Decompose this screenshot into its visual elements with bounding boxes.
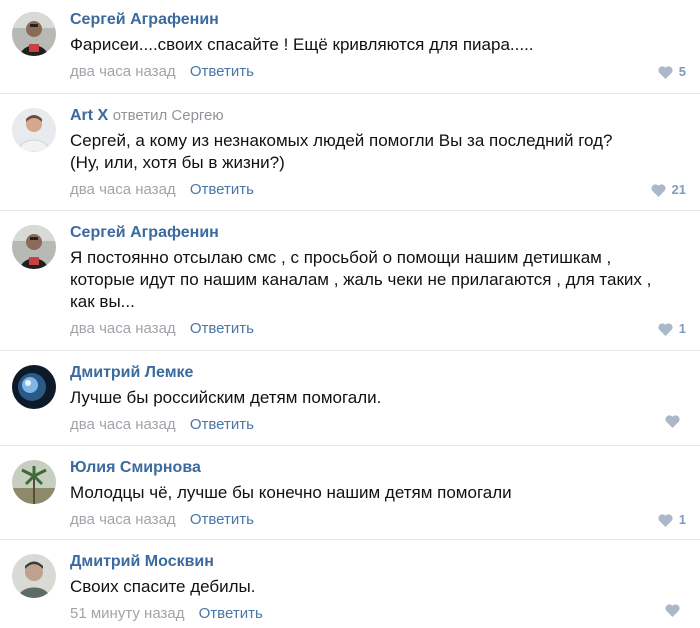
heart-icon (658, 65, 673, 79)
author-name[interactable]: Сергей Аграфенин (70, 224, 219, 241)
comment-text: Лучше бы российским детям помогали. (70, 388, 382, 407)
avatar[interactable] (12, 225, 56, 269)
heart-icon (665, 604, 680, 617)
author-line: Юлия Смирнова (70, 458, 686, 478)
timestamp[interactable]: два часа назад (70, 416, 176, 433)
like-button[interactable]: 21 (650, 180, 686, 200)
author-line: Дмитрий Лемке (70, 363, 686, 383)
like-button[interactable] (665, 604, 686, 617)
timestamp[interactable]: два часа назад (70, 511, 176, 528)
like-count: 1 (678, 512, 686, 527)
timestamp[interactable]: 51 минуту назад (70, 605, 184, 622)
comment-meta: два часа назад Ответить 1 (70, 319, 686, 339)
avatar[interactable] (12, 365, 56, 409)
heart-icon (658, 513, 673, 527)
author-name[interactable]: Дмитрий Москвин (70, 553, 214, 570)
timestamp[interactable]: два часа назад (70, 181, 176, 198)
author-name[interactable]: Юлия Смирнова (70, 459, 201, 476)
reply-button[interactable]: Ответить (190, 416, 254, 433)
author-name[interactable]: Сергей Аграфенин (70, 11, 219, 28)
author-line: Дмитрий Москвин (70, 552, 686, 572)
comment-item: Юлия Смирнова Молодцы чё, лучше бы конеч… (0, 446, 700, 540)
comment-text: Сергей, а кому из незнакомых людей помог… (70, 131, 613, 172)
avatar[interactable] (12, 460, 56, 504)
like-count: 1 (678, 321, 686, 336)
avatar-image (12, 460, 56, 504)
comment-meta: 51 минуту назад Ответить (70, 604, 686, 624)
avatar[interactable] (12, 554, 56, 598)
comment-text: Я постоянно отсылаю смс , с просьбой о п… (70, 248, 652, 311)
heart-icon (665, 415, 680, 428)
author-line: Сергей Аграфенин (70, 10, 686, 30)
comment-item: Дмитрий Москвин Своих спасите дебилы. 51… (0, 540, 700, 628)
comment-meta: два часа назад Ответить 1 (70, 510, 686, 530)
comment-meta: два часа назад Ответить 5 (70, 62, 686, 82)
like-count: 21 (671, 182, 686, 197)
author-line: Art X ответил Сергею (70, 106, 686, 126)
author-line: Сергей Аграфенин (70, 223, 686, 243)
reply-target-link[interactable]: Сергею (171, 107, 223, 124)
like-count: 5 (678, 64, 686, 79)
comment-meta: два часа назад Ответить 21 (70, 180, 686, 200)
comment-text: Своих спасите дебилы. (70, 577, 256, 596)
comment-item: Art X ответил Сергею Сергей, а кому из н… (0, 94, 700, 211)
reply-to: ответил Сергею (113, 107, 224, 124)
like-button[interactable]: 1 (658, 510, 686, 530)
timestamp[interactable]: два часа назад (70, 320, 176, 337)
avatar-image (12, 108, 56, 152)
reply-to-text: ответил (112, 107, 168, 124)
like-button[interactable]: 5 (658, 62, 686, 82)
comment-text: Молодцы чё, лучше бы конечно нашим детям… (70, 483, 512, 502)
like-button[interactable]: 1 (658, 319, 686, 339)
like-button[interactable] (665, 415, 686, 428)
heart-icon (650, 183, 666, 197)
avatar-image (12, 365, 56, 409)
comments-thread: Сергей Аграфенин Фарисеи....своих спасай… (0, 0, 700, 628)
comment-text: Фарисеи....своих спасайте ! Ещё кривляют… (70, 35, 534, 54)
avatar[interactable] (12, 12, 56, 56)
reply-button[interactable]: Ответить (190, 511, 254, 528)
comment-item: Сергей Аграфенин Фарисеи....своих спасай… (0, 0, 700, 94)
reply-button[interactable]: Ответить (190, 320, 254, 337)
avatar[interactable] (12, 108, 56, 152)
reply-button[interactable]: Ответить (190, 181, 254, 198)
author-name[interactable]: Дмитрий Лемке (70, 364, 193, 381)
avatar-image (12, 554, 56, 598)
reply-button[interactable]: Ответить (199, 605, 263, 622)
comment-meta: два часа назад Ответить (70, 415, 686, 435)
heart-icon (658, 322, 673, 336)
timestamp[interactable]: два часа назад (70, 63, 176, 80)
comment-item: Дмитрий Лемке Лучше бы российским детям … (0, 351, 700, 446)
author-name[interactable]: Art X (70, 107, 108, 124)
avatar-image (12, 225, 56, 269)
reply-button[interactable]: Ответить (190, 63, 254, 80)
comment-item: Сергей Аграфенин Я постоянно отсылаю смс… (0, 211, 700, 351)
avatar-image (12, 12, 56, 56)
